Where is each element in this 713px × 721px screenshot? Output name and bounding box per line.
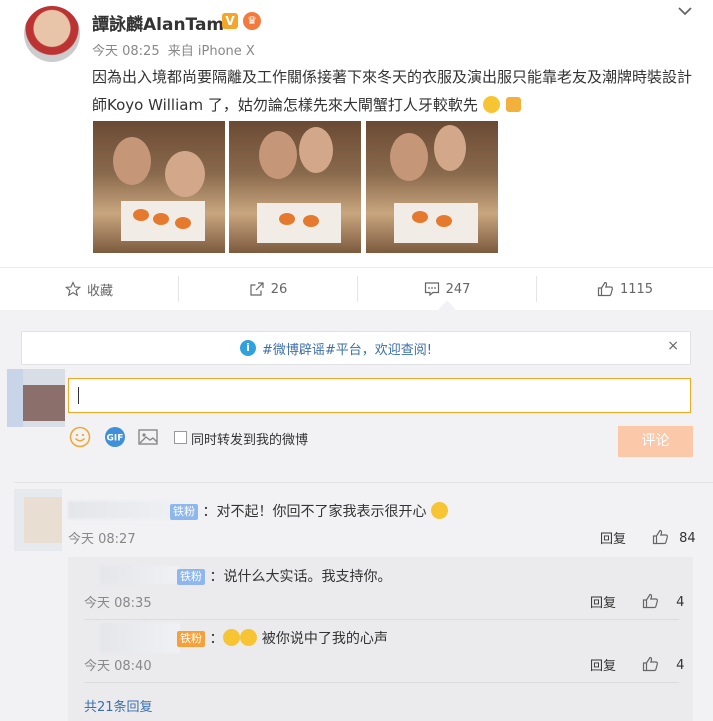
share-icon [249, 281, 265, 297]
commenter-avatar[interactable] [14, 489, 62, 551]
thumbs-up-emoji-icon [506, 97, 522, 112]
reply-separator [84, 619, 679, 620]
comment-icon [424, 281, 440, 297]
forward-label: 同时转发到我的微博 [191, 433, 309, 448]
replier-name-redacted[interactable] [100, 566, 180, 584]
image-icon[interactable] [137, 426, 159, 448]
post-text: 因為出入境都尚要隔離及工作關係接著下來冬天的衣服及演出服只能靠老友及潮牌時裝設計… [92, 63, 692, 119]
fan-badge: 铁粉 [177, 569, 205, 585]
forward-checkbox[interactable] [174, 431, 187, 444]
comment-count: 247 [445, 281, 471, 297]
laugh-emoji-icon [240, 629, 258, 646]
comment-like-button[interactable]: 84 [652, 527, 696, 546]
reply-like-count: 4 [676, 595, 685, 610]
chevron-down-icon[interactable] [676, 2, 694, 20]
like-count: 1115 [619, 281, 654, 297]
my-avatar [7, 369, 65, 427]
notice-bar: i #微博辟谣#平台，欢迎查阅! × [21, 331, 691, 365]
comment-text-row: 铁粉 ：对不起！你回不了家我表示很开心 [170, 501, 448, 521]
info-icon: i [240, 340, 256, 356]
comment-separator [14, 482, 713, 483]
author-name[interactable]: 譚詠麟AlanTam [92, 10, 224, 35]
comment-like-count: 84 [679, 531, 696, 546]
post-photo-2[interactable] [229, 121, 361, 253]
reply-reply-button[interactable]: 回复 [590, 592, 616, 611]
post-time[interactable]: 今天 08:25 [92, 44, 160, 59]
close-icon[interactable]: × [667, 338, 679, 354]
reply-text: 说什么大实话。我支持你。 [223, 569, 392, 585]
post-photo-3[interactable] [366, 121, 498, 253]
crown-icon: ♛ [243, 12, 261, 30]
reply-text-row: 铁粉 ：说什么大实话。我支持你。 [177, 566, 391, 586]
like-button[interactable]: 1115 [537, 268, 713, 310]
grin-emoji-icon [430, 502, 448, 519]
reply-text: 被你说中了我的心声 [261, 631, 388, 647]
comment-time[interactable]: 今天 08:27 [68, 528, 136, 547]
reply-button[interactable]: 回复 [600, 528, 626, 547]
fan-badge: 铁粉 [177, 631, 205, 647]
reply-like-count: 4 [676, 658, 685, 673]
post-meta: 今天 08:25 来自 iPhone X [92, 40, 255, 59]
reply-like-button[interactable]: 4 [642, 654, 684, 673]
send-comment-button[interactable]: 评论 [618, 426, 693, 457]
post-photo-1[interactable] [93, 121, 225, 253]
reply-reply-button[interactable]: 回复 [590, 655, 616, 674]
favorite-label: 收藏 [86, 283, 113, 299]
reply-text-row: 铁粉 ： 被你说中了我的心声 [177, 628, 388, 648]
reply-like-button[interactable]: 4 [642, 591, 684, 610]
gif-icon[interactable]: GIF [104, 426, 126, 448]
verified-badge: V [222, 13, 238, 29]
thumb-up-icon [597, 281, 614, 297]
fan-badge: 铁粉 [170, 504, 198, 520]
repost-count: 26 [270, 281, 288, 297]
comment-text: 对不起！你回不了家我表示很开心 [216, 504, 427, 520]
comment-input[interactable] [68, 378, 691, 413]
replier-name-redacted[interactable] [100, 623, 180, 653]
reply-time[interactable]: 今天 08:35 [84, 592, 152, 611]
author-avatar[interactable] [24, 6, 80, 62]
star-icon [64, 281, 81, 297]
more-replies-link[interactable]: 共21条回复 [84, 696, 153, 715]
post-source: 来自 iPhone X [167, 44, 255, 59]
laugh-emoji-icon [223, 629, 241, 646]
post-body: 因為出入境都尚要隔離及工作關係接著下來冬天的衣服及演出服只能靠老友及潮牌時裝設計… [92, 68, 693, 114]
smile-icon[interactable] [69, 426, 91, 448]
notice-text[interactable]: #微博辟谣#平台，欢迎查阅! [262, 339, 432, 358]
thumb-up-icon [652, 529, 669, 545]
yum-emoji-icon [482, 96, 500, 113]
repost-button[interactable]: 26 [179, 268, 357, 310]
reply-separator [84, 682, 679, 683]
action-bar: 收藏 26 247 1115 [0, 268, 713, 310]
thumb-up-icon [642, 593, 659, 609]
thumb-up-icon [642, 656, 659, 672]
favorite-button[interactable]: 收藏 [0, 268, 178, 310]
svg-text:GIF: GIF [107, 434, 124, 444]
reply-time[interactable]: 今天 08:40 [84, 655, 152, 674]
